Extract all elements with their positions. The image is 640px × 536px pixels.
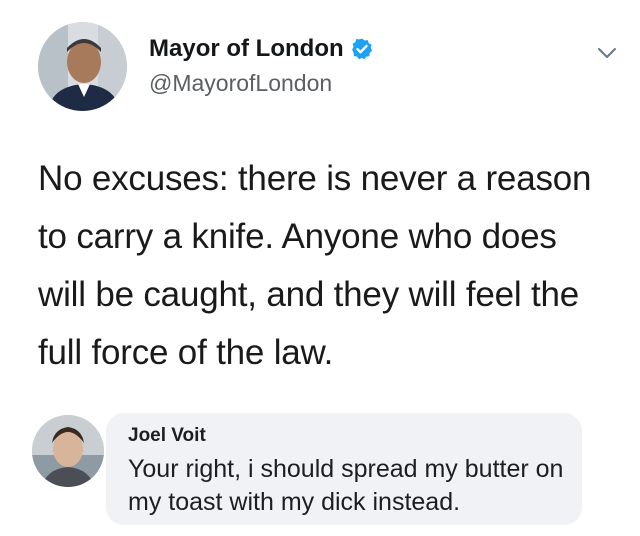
reply-author-name[interactable]: Joel Voit	[128, 425, 206, 447]
tweet-text: No excuses: there is never a reason to c…	[38, 159, 592, 372]
comment-bubble: Joel Voit Your right, i should spread my…	[106, 413, 582, 525]
author-name-text[interactable]: Mayor of London	[149, 34, 344, 64]
author-handle[interactable]: @MayorofLondon	[149, 68, 374, 98]
chevron-down-icon[interactable]	[596, 42, 618, 64]
reply-avatar[interactable]	[32, 415, 104, 487]
reply-comment: Joel Voit Your right, i should spread my…	[24, 413, 624, 525]
author-avatar[interactable]	[38, 22, 127, 111]
author-name[interactable]: Mayor of London	[149, 34, 374, 64]
reply-text: Your right, i should spread my butter on…	[128, 455, 564, 516]
tweet-header: Mayor of London @MayorofLondon	[38, 22, 618, 122]
verified-badge-icon	[350, 37, 374, 61]
